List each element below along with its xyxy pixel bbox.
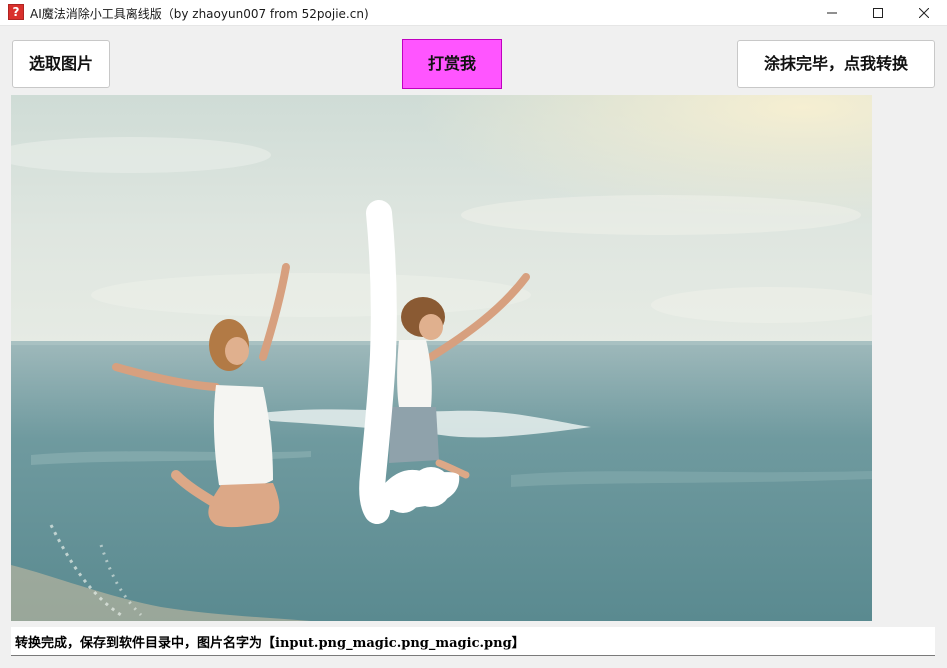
maximize-icon (873, 8, 883, 18)
status-message: 转换完成，保存到软件目录中，图片名字为【input.png_magic.png_… (15, 636, 525, 651)
select-image-button[interactable]: 选取图片 (12, 40, 110, 88)
app-icon: ? (8, 4, 24, 20)
close-icon (919, 8, 929, 18)
reward-button[interactable]: 打赏我 (402, 39, 502, 89)
close-button[interactable] (901, 0, 947, 26)
title-bar: ? AI魔法消除小工具离线版（by zhaoyun007 from 52poji… (0, 0, 947, 26)
minimize-icon (827, 12, 837, 14)
status-bar: 转换完成，保存到软件目录中，图片名字为【input.png_magic.png_… (11, 627, 935, 656)
image-canvas[interactable] (11, 95, 872, 621)
convert-button[interactable]: 涂抹完毕，点我转换 (737, 40, 935, 88)
maximize-button[interactable] (855, 0, 901, 26)
window-title: AI魔法消除小工具离线版（by zhaoyun007 from 52pojie.… (30, 7, 369, 21)
minimize-button[interactable] (809, 0, 855, 26)
beach-photo (11, 95, 872, 621)
